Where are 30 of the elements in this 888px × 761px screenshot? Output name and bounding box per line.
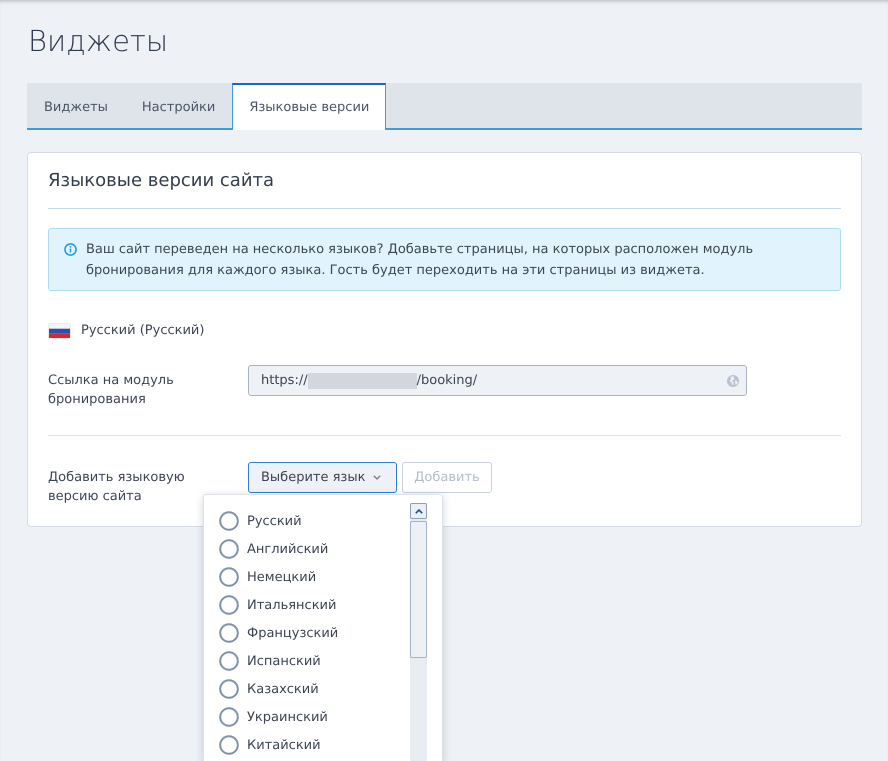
language-select[interactable]: Выберите язык (248, 462, 397, 493)
scrollbar-thumb[interactable] (410, 521, 427, 658)
language-option[interactable]: Испанский (204, 647, 399, 675)
url-text: https:// (261, 373, 308, 388)
flag-icon (49, 324, 70, 338)
scroll-up-button[interactable] (410, 503, 427, 519)
field-label: Добавить языковую версию сайта (48, 469, 186, 506)
url-text: /booking/ (416, 373, 478, 388)
chevron-up-icon (414, 508, 422, 514)
card-title: Языковые версии сайта (48, 169, 276, 193)
tab[interactable]: Языковые версии (232, 83, 386, 130)
tab[interactable]: Виджеты (27, 83, 125, 130)
caret-icon (373, 475, 382, 480)
page-title: Виджеты (28, 23, 170, 60)
language-option[interactable]: Английский (204, 535, 399, 563)
language-name: Русский (Русский) (81, 322, 204, 340)
scrollbar[interactable] (410, 503, 427, 761)
language-option[interactable]: Французский (204, 619, 399, 647)
tab[interactable]: Настройки (124, 83, 232, 130)
info-icon (64, 243, 77, 256)
language-option[interactable]: Казахский (204, 675, 399, 703)
language-option[interactable]: Немецкий (204, 563, 399, 591)
globe-icon (727, 374, 739, 386)
info-text: Ваш сайт переведен на несколько языков? Добавьте страницы, на которых расположен модуль бронирования для каждого языка. Гость будет переходить на эти страницы из виджета. (86, 241, 754, 280)
language-option[interactable]: Китайский (204, 731, 399, 759)
url-field[interactable]: https:// /booking/ (248, 365, 747, 396)
language-option[interactable]: Украинский (204, 703, 399, 731)
field-label: Ссылка на модуль бронирования (48, 372, 175, 409)
language-option[interactable]: Русский (204, 507, 399, 535)
language-option[interactable]: Итальянский (204, 591, 399, 619)
